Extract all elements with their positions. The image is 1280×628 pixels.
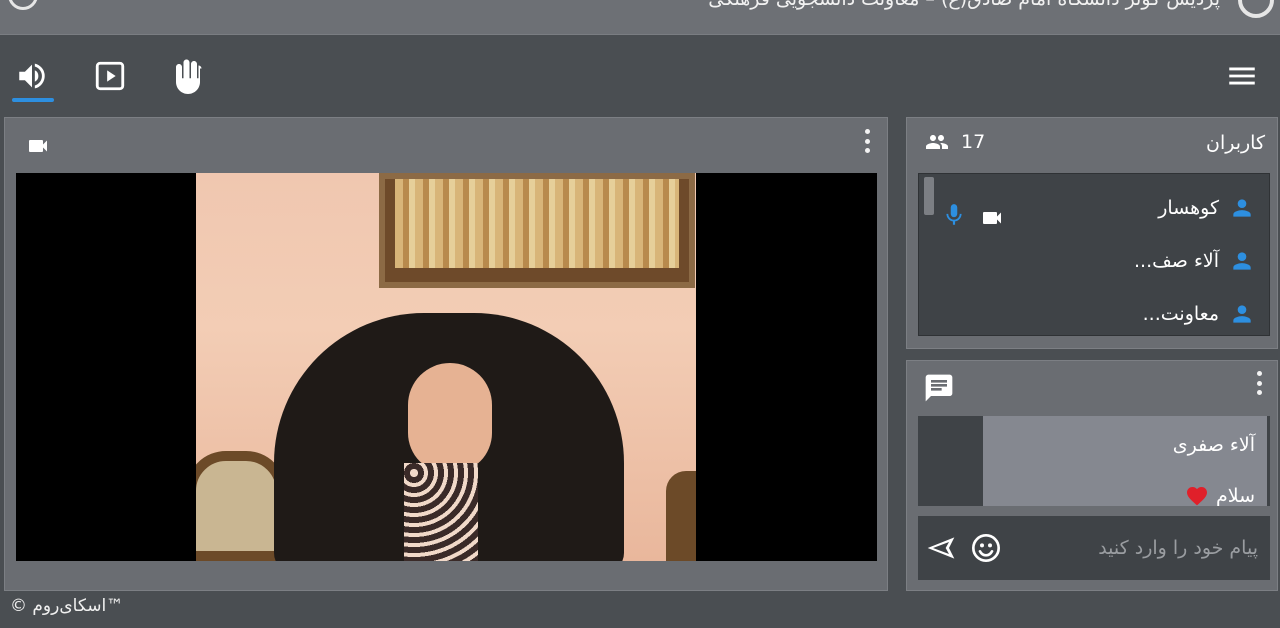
room-logo-icon xyxy=(1238,0,1274,18)
user-icon xyxy=(1229,248,1255,274)
speaker-scarf xyxy=(404,463,478,561)
microphone-icon xyxy=(946,204,962,225)
user-name: معاونت... xyxy=(1142,303,1219,325)
heart-emoji-icon xyxy=(1186,487,1207,506)
users-count-group: 17 xyxy=(921,130,985,154)
user-icon xyxy=(1229,301,1255,327)
chair-image xyxy=(666,471,696,561)
raise-hand-button[interactable] xyxy=(166,54,210,98)
title-bar: پرديس کوثر دانشگاه امام صادق(ع) – معاونت… xyxy=(0,0,1280,35)
video-panel xyxy=(4,117,888,591)
calligraphy-frame-image xyxy=(379,173,695,288)
chat-message-input[interactable] xyxy=(1008,516,1270,580)
room-title: پرديس کوثر دانشگاه امام صادق(ع) – معاونت… xyxy=(708,0,1220,10)
people-icon xyxy=(926,135,948,149)
chat-sender: آلاء صفری xyxy=(1172,434,1255,456)
hamburger-menu-icon xyxy=(1229,67,1255,85)
power-icon[interactable] xyxy=(8,0,38,10)
play-square-icon xyxy=(95,61,125,91)
chair-image xyxy=(196,451,286,561)
chat-text-row: سلام xyxy=(1184,484,1255,506)
chat-bubble-icon xyxy=(925,374,953,402)
user-name: کوهسار xyxy=(1158,197,1219,219)
toolbar xyxy=(0,36,1280,114)
audio-toggle-button[interactable] xyxy=(10,54,54,102)
user-item[interactable]: کوهسار xyxy=(1158,188,1255,228)
user-name: آلاء صف... xyxy=(1133,250,1219,272)
camera-on-icon xyxy=(983,212,1001,224)
send-icon[interactable] xyxy=(924,532,958,564)
chat-message: آلاء صفری سلام xyxy=(983,416,1267,506)
user-item[interactable]: آلاء صف... xyxy=(1134,241,1255,281)
users-panel: 17 کاربران کوهسار آلاء صف... معاونت... xyxy=(906,117,1278,349)
video-stream xyxy=(16,173,877,561)
chat-panel: آلاء صفری سلام xyxy=(906,360,1278,591)
user-item[interactable]: معاونت... xyxy=(1143,294,1255,334)
users-count: 17 xyxy=(961,131,986,153)
emoji-icon[interactable] xyxy=(970,532,1002,564)
user-icon xyxy=(1229,195,1255,221)
footer-brand: ™اسکای‌روم © xyxy=(10,596,124,616)
speaker-icon xyxy=(19,63,45,89)
media-play-button[interactable] xyxy=(88,54,132,98)
more-vertical-icon[interactable] xyxy=(1256,371,1262,395)
speaker-face xyxy=(408,363,492,473)
speaker-video-feed xyxy=(196,173,696,561)
users-title: کاربران xyxy=(1205,132,1265,154)
chat-messages: آلاء صفری سلام xyxy=(918,416,1270,506)
video-camera-icon xyxy=(29,140,47,152)
more-vertical-icon[interactable] xyxy=(864,129,870,153)
chat-text: سلام xyxy=(1215,485,1255,506)
main-menu-button[interactable] xyxy=(1220,54,1264,98)
users-scrollbar[interactable] xyxy=(924,177,934,215)
users-list: کوهسار آلاء صف... معاونت... xyxy=(918,173,1270,336)
raise-hand-icon xyxy=(176,59,202,94)
chat-input-row xyxy=(918,516,1270,580)
